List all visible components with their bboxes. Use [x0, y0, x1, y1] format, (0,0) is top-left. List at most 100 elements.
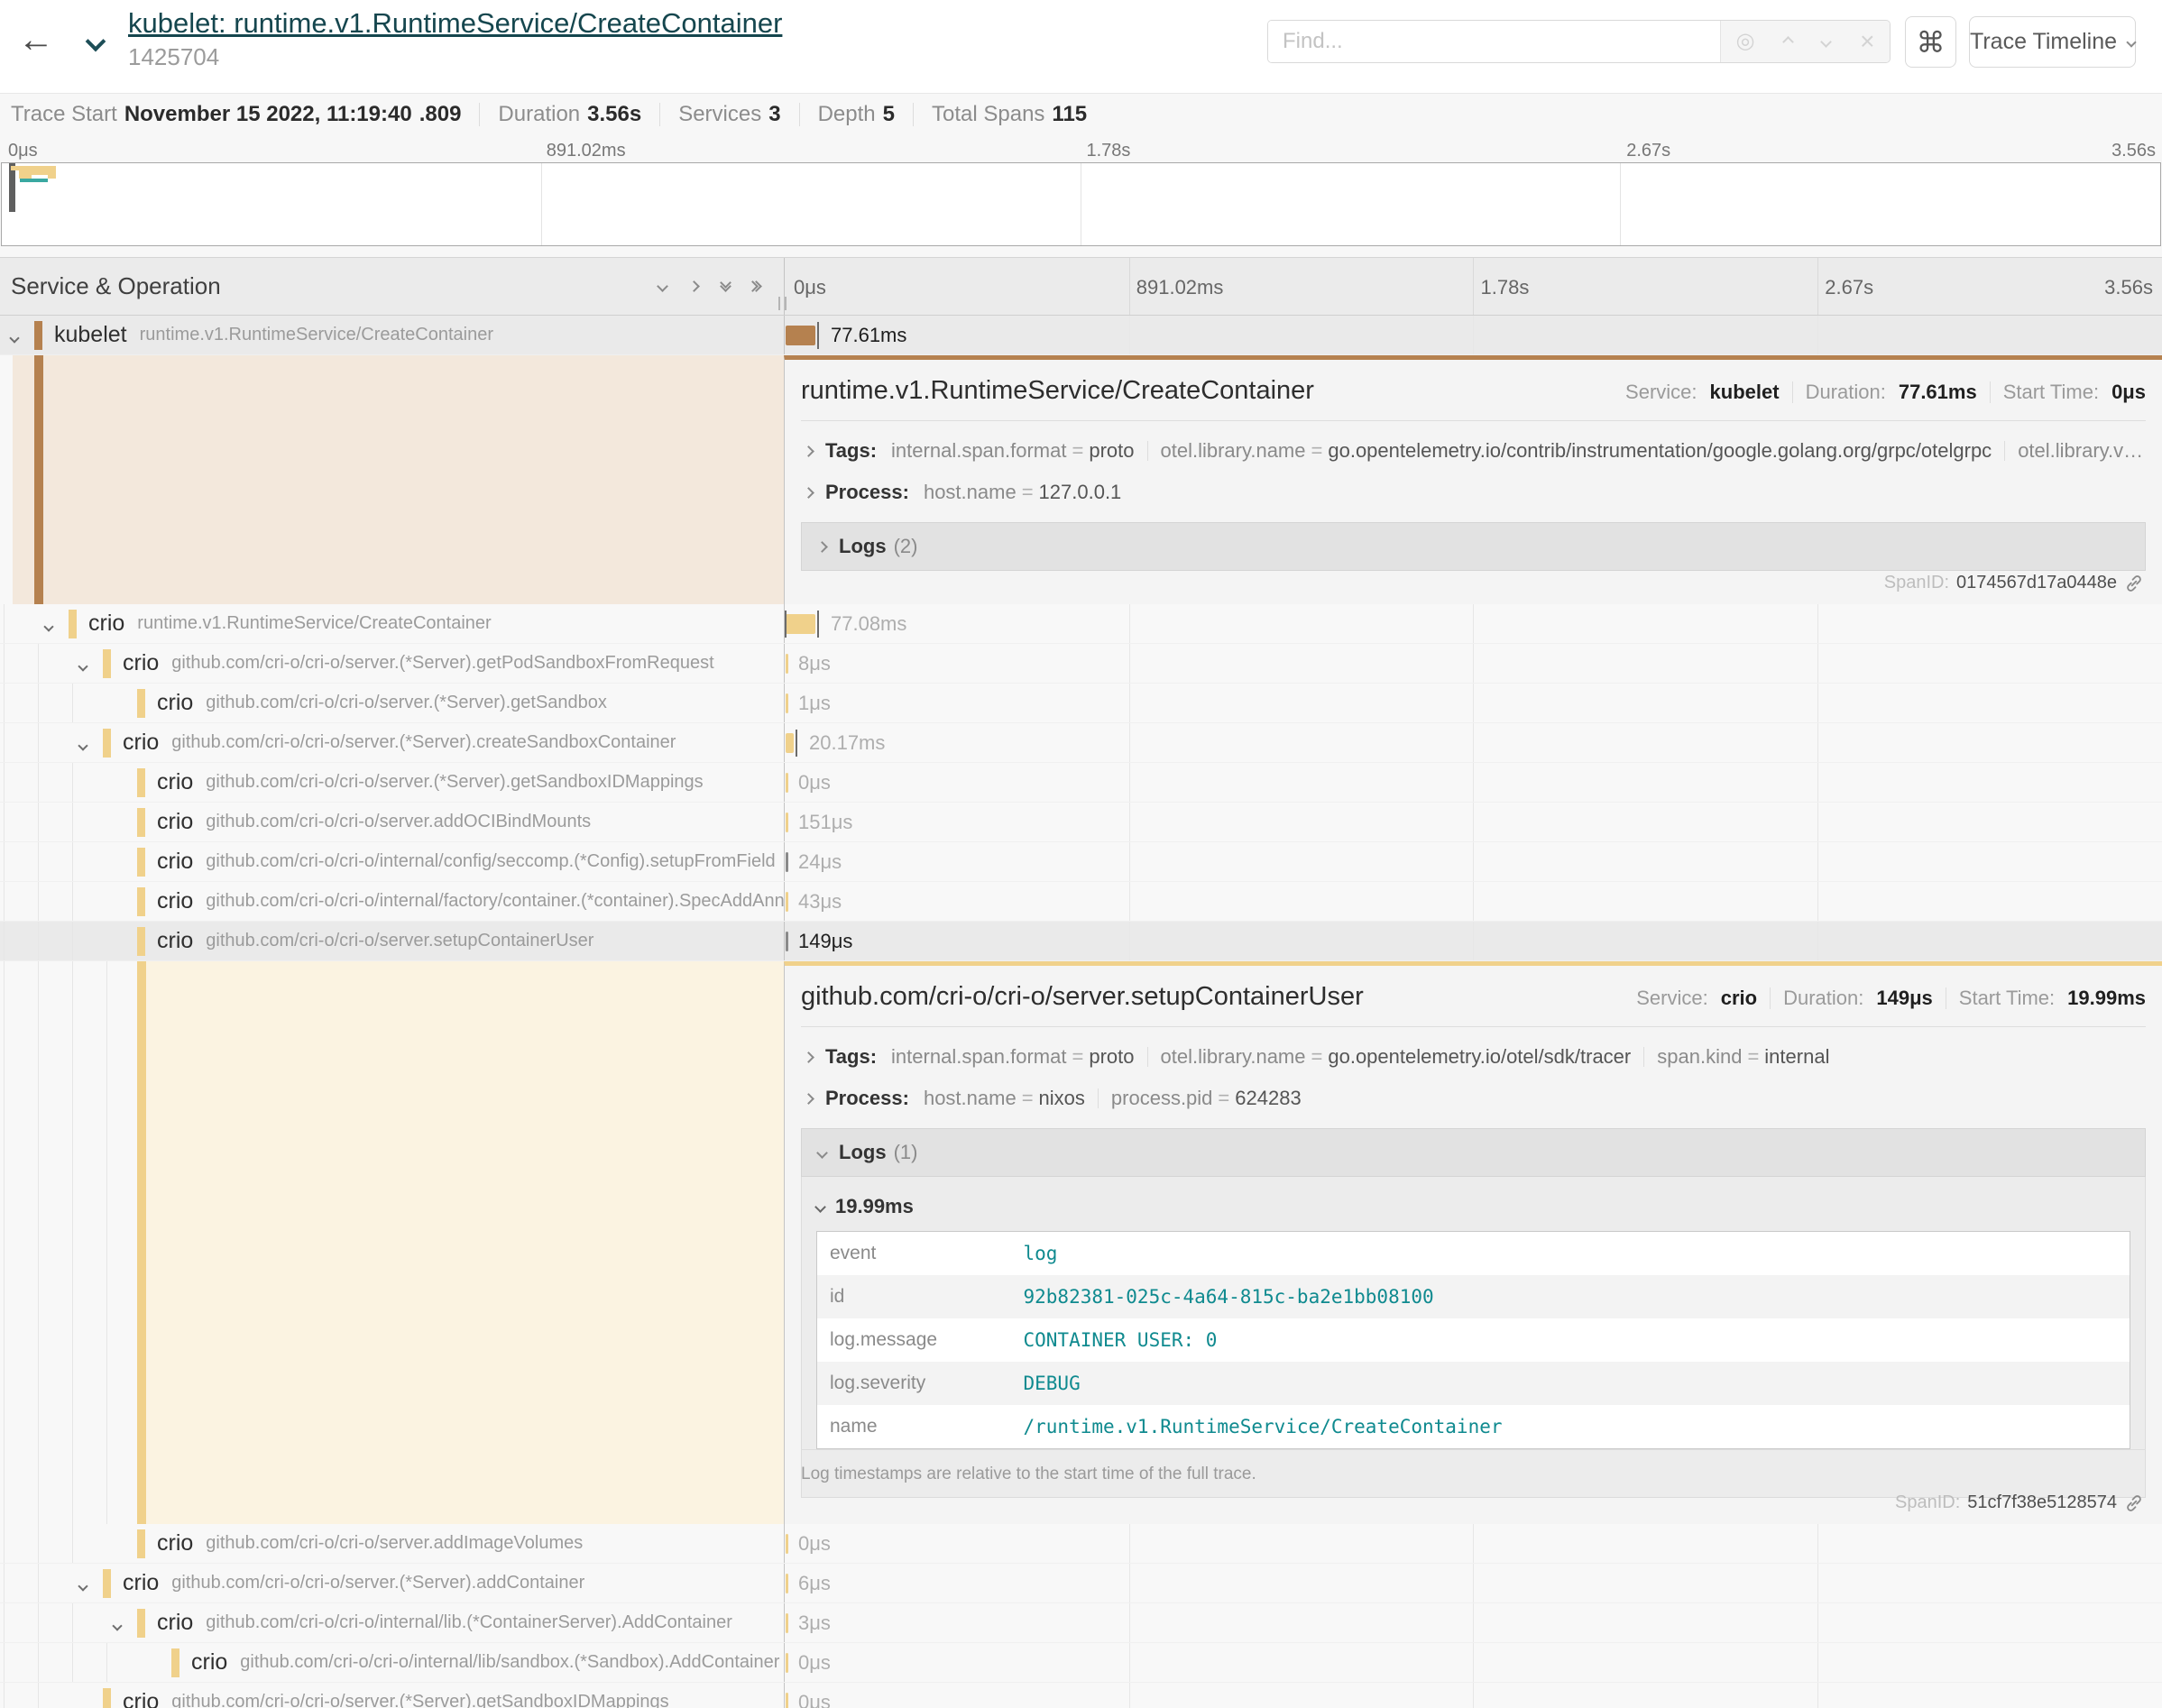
log-entry-accordion[interactable]: 19.99ms — [816, 1195, 2130, 1218]
service-color-bar — [34, 321, 42, 350]
top-bar: ← kubelet: runtime.v1.RuntimeService/Cre… — [0, 0, 2162, 93]
span-row[interactable]: crio github.com/cri-o/cri-o/server.(*Ser… — [0, 1683, 2162, 1708]
span-duration-bar[interactable] — [786, 693, 788, 713]
span-operation-name: github.com/cri-o/cri-o/server.(*Server).… — [171, 653, 713, 674]
span-toggle-chevron-icon[interactable] — [11, 330, 18, 346]
span-operation-name: github.com/cri-o/cri-o/internal/lib/sand… — [240, 1652, 779, 1673]
span-row[interactable]: kubelet runtime.v1.RuntimeService/Create… — [0, 316, 2162, 355]
span-operation-name: github.com/cri-o/cri-o/internal/lib.(*Co… — [206, 1612, 732, 1633]
span-row[interactable]: crio github.com/cri-o/cri-o/internal/con… — [0, 842, 2162, 882]
expand-all-icon[interactable] — [753, 282, 760, 290]
prev-match-icon[interactable] — [1782, 36, 1794, 48]
span-row[interactable]: crio github.com/cri-o/cri-o/internal/lib… — [0, 1643, 2162, 1683]
span-duration-bar[interactable] — [786, 852, 788, 872]
trace-title-link[interactable]: kubelet: runtime.v1.RuntimeService/Creat… — [128, 7, 782, 40]
span-toggle-chevron-icon[interactable] — [45, 619, 52, 635]
span-duration-label: 24μs — [798, 850, 842, 874]
span-row[interactable]: crio github.com/cri-o/cri-o/server.(*Ser… — [0, 763, 2162, 803]
span-duration-bar[interactable] — [786, 892, 788, 912]
span-operation-name: github.com/cri-o/cri-o/internal/factory/… — [206, 891, 784, 912]
clear-find-icon[interactable]: × — [1860, 29, 1874, 54]
span-detail-row: runtime.v1.RuntimeService/CreateContaine… — [0, 355, 2162, 604]
span-detail-panel-setupcontaineruser: github.com/cri-o/cri-o/server.setupConta… — [785, 966, 2162, 1524]
span-row[interactable]: crio github.com/cri-o/cri-o/server.(*Ser… — [0, 723, 2162, 763]
span-bar-tick — [817, 322, 819, 349]
span-duration-bar[interactable] — [786, 1653, 788, 1673]
span-duration-label: 77.08ms — [831, 612, 906, 636]
span-duration-bar[interactable] — [786, 773, 788, 793]
service-color-bar — [103, 1688, 111, 1708]
log-field-row: log.severityDEBUG — [817, 1362, 2130, 1405]
log-field-row: log.messageCONTAINER USER: 0 — [817, 1318, 2130, 1362]
span-row[interactable]: crio github.com/cri-o/cri-o/server.setup… — [0, 922, 2162, 961]
span-row[interactable]: crio github.com/cri-o/cri-o/server.(*Ser… — [0, 684, 2162, 723]
chevron-right-icon — [816, 541, 828, 553]
keyboard-shortcuts-button[interactable]: ⌘ — [1905, 16, 1956, 68]
span-toggle-chevron-icon[interactable] — [79, 1578, 87, 1594]
span-duration-bar[interactable] — [786, 1693, 788, 1708]
span-row[interactable]: crio github.com/cri-o/cri-o/server.addIm… — [0, 1524, 2162, 1564]
minimap-span — [20, 179, 48, 182]
collapse-all-icon[interactable] — [722, 283, 730, 290]
expand-one-icon[interactable] — [690, 282, 698, 290]
span-row[interactable]: crio github.com/cri-o/cri-o/server.(*Ser… — [0, 1564, 2162, 1603]
find-controls: ◎ × — [1720, 21, 1890, 62]
process-accordion[interactable]: Process:host.name=127.0.0.1 — [801, 481, 2146, 504]
service-color-bar — [103, 649, 111, 678]
tags-accordion[interactable]: Tags:internal.span.format=protootel.libr… — [801, 439, 2146, 463]
back-arrow-button[interactable]: ← — [18, 20, 54, 60]
service-color-bar — [137, 768, 145, 797]
minimap-scrubber[interactable] — [9, 163, 15, 212]
timeline-time-axis: 0μs 891.02ms 1.78s 2.67s 3.56s — [784, 258, 2162, 315]
chevron-right-icon — [803, 1051, 814, 1063]
tags-accordion[interactable]: Tags:internal.span.format=protootel.libr… — [801, 1045, 2146, 1069]
span-toggle-chevron-icon[interactable] — [114, 1618, 121, 1634]
span-service-name: kubelet — [54, 322, 127, 348]
span-duration-bar[interactable] — [786, 326, 815, 345]
span-duration-bar[interactable] — [786, 932, 788, 951]
span-duration-bar[interactable] — [786, 1534, 788, 1554]
span-service-name: crio — [123, 1689, 159, 1708]
span-duration-bar[interactable] — [786, 733, 794, 753]
link-icon[interactable] — [2124, 1493, 2144, 1513]
next-match-icon[interactable] — [1820, 36, 1832, 48]
process-accordion[interactable]: Process:host.name=nixosprocess.pid=62428… — [801, 1087, 2146, 1110]
depth-stat: Depth5 — [818, 102, 895, 127]
span-service-name: crio — [157, 928, 193, 954]
focus-match-icon[interactable]: ◎ — [1735, 31, 1754, 52]
link-icon[interactable] — [2124, 574, 2144, 593]
span-service-name: crio — [157, 1610, 193, 1636]
span-row[interactable]: crio runtime.v1.RuntimeService/CreateCon… — [0, 604, 2162, 644]
trace-minimap: 0μs 891.02ms 1.78s 2.67s 3.56s — [0, 135, 2162, 257]
span-toggle-chevron-icon[interactable] — [79, 658, 87, 675]
trace-collapse-chevron-icon[interactable] — [88, 34, 103, 53]
logs-accordion[interactable]: Logs(1) — [801, 1128, 2146, 1177]
trace-view-select[interactable]: Trace Timeline — [1969, 16, 2136, 68]
span-detail-row: github.com/cri-o/cri-o/server.setupConta… — [0, 961, 2162, 1524]
trace-view-label: Trace Timeline — [1970, 29, 2117, 55]
span-duration-bar[interactable] — [786, 813, 788, 832]
span-duration-bar[interactable] — [786, 654, 788, 674]
span-operation-name: github.com/cri-o/cri-o/server.(*Server).… — [171, 1692, 668, 1708]
span-row[interactable]: crio github.com/cri-o/cri-o/internal/fac… — [0, 882, 2162, 922]
span-row[interactable]: crio github.com/cri-o/cri-o/internal/lib… — [0, 1603, 2162, 1643]
span-duration-bar[interactable] — [786, 1613, 788, 1633]
span-operation-name: github.com/cri-o/cri-o/server.addOCIBind… — [206, 812, 591, 832]
find-input[interactable] — [1268, 21, 1720, 62]
span-duration-label: 1μs — [798, 692, 831, 715]
span-row[interactable]: crio github.com/cri-o/cri-o/server.(*Ser… — [0, 644, 2162, 684]
logs-accordion[interactable]: Logs(2) — [801, 522, 2146, 571]
log-field-row: eventlog — [817, 1232, 2130, 1276]
collapse-one-icon[interactable] — [658, 282, 667, 290]
service-color-bar — [137, 927, 145, 956]
span-duration-bar[interactable] — [786, 614, 815, 634]
span-row[interactable]: crio github.com/cri-o/cri-o/server.addOC… — [0, 803, 2162, 842]
minimap-canvas[interactable] — [1, 162, 2161, 246]
span-service-name: crio — [123, 650, 159, 676]
span-duration-bar[interactable] — [786, 1574, 788, 1593]
span-service-name: crio — [88, 611, 124, 637]
column-resize-grip[interactable] — [778, 297, 787, 310]
span-toggle-chevron-icon[interactable] — [79, 738, 87, 754]
tag-kv: otel.library.name=go.opentelemetry.io/co… — [1161, 439, 1992, 463]
span-operation-name: github.com/cri-o/cri-o/server.(*Server).… — [206, 772, 703, 793]
